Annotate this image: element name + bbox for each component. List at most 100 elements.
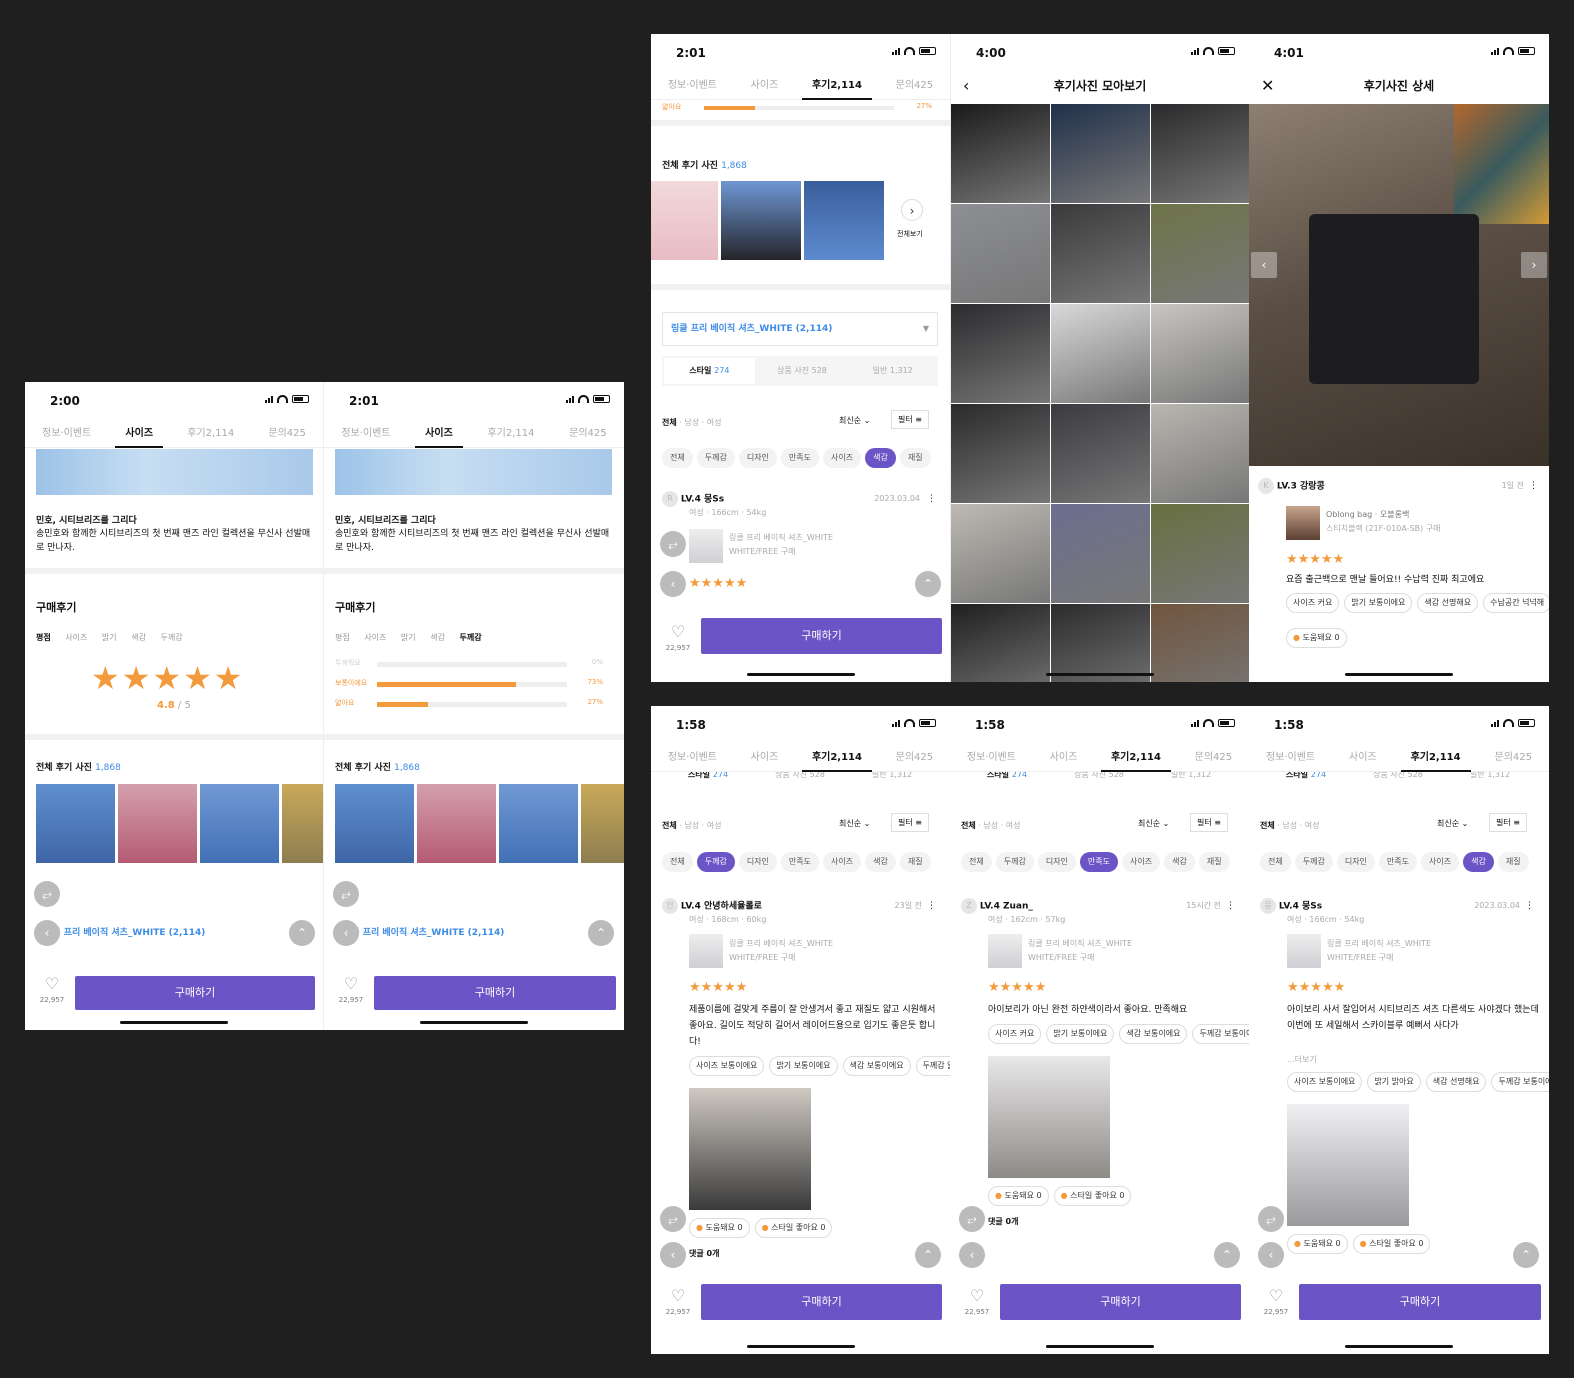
more-icon[interactable]: ⋮ bbox=[927, 491, 936, 507]
helpful-button[interactable]: ● 도움돼요 0 bbox=[1286, 628, 1352, 648]
chevron-left-icon[interactable]: ‹ bbox=[963, 72, 969, 100]
gallery-photo[interactable] bbox=[951, 304, 1050, 403]
filter-male[interactable]: 남성 bbox=[1282, 821, 1297, 830]
tab-style[interactable]: 스타일 274 bbox=[961, 772, 1053, 782]
buy-button[interactable]: 구매하기 bbox=[374, 976, 616, 1010]
chip[interactable]: 색감 bbox=[865, 852, 896, 872]
tab-qna[interactable]: 문의425 bbox=[886, 72, 944, 100]
chip[interactable]: 디자인 bbox=[1336, 852, 1375, 872]
tab-general[interactable]: 일반 1,312 bbox=[1444, 772, 1536, 782]
chip[interactable]: 사이즈 bbox=[1421, 852, 1460, 872]
share-icon[interactable]: ⥂ bbox=[660, 1206, 686, 1232]
filter-all[interactable]: 전체 bbox=[662, 821, 677, 830]
more-icon[interactable]: ⋮ bbox=[1226, 898, 1235, 914]
filter-female[interactable]: 여성 bbox=[1006, 821, 1021, 830]
tab-brightness[interactable]: 밝기 bbox=[401, 633, 416, 642]
tab-rating[interactable]: 평점 bbox=[335, 633, 350, 642]
tab-size[interactable]: 사이즈 bbox=[741, 744, 789, 772]
scroll-top-icon[interactable]: ⌃ bbox=[915, 1242, 941, 1268]
tab-product-photo[interactable]: 상품 사진 528 bbox=[1352, 772, 1444, 782]
chip[interactable]: 사이즈 bbox=[823, 852, 862, 872]
gallery-photo[interactable] bbox=[1151, 304, 1249, 403]
tab-qna[interactable]: 문의425 bbox=[559, 420, 617, 448]
chevron-left-icon[interactable]: ‹ bbox=[660, 571, 686, 597]
chip[interactable]: 만족도 bbox=[780, 852, 820, 872]
style-like-button[interactable]: ● 스타일 좋아요 0 bbox=[754, 1218, 833, 1238]
gallery-photo[interactable] bbox=[1151, 404, 1249, 503]
tab-info[interactable]: 정보·이벤트 bbox=[957, 744, 1026, 772]
chip[interactable]: 재질 bbox=[1198, 852, 1230, 872]
filter-button[interactable]: 필터 ≡ bbox=[1489, 813, 1527, 832]
scroll-top-icon[interactable]: ⌃ bbox=[289, 920, 315, 946]
product-select[interactable]: 링클 프리 베이직 셔츠_WHITE (2,114) bbox=[44, 925, 205, 938]
filter-male[interactable]: 남성 bbox=[684, 418, 699, 427]
filter-button[interactable]: 필터 ≡ bbox=[891, 813, 929, 832]
gallery-photo[interactable] bbox=[951, 404, 1050, 503]
tab-info[interactable]: 정보·이벤트 bbox=[658, 744, 727, 772]
sort-select[interactable]: 최신순 ⌄ bbox=[1138, 818, 1169, 829]
product-select[interactable]: 링클 프리 베이직 셔츠_WHITE (2,114) bbox=[343, 925, 504, 938]
heart-icon[interactable]: ♡ 22,957 bbox=[663, 1288, 693, 1320]
heart-icon[interactable]: ♡ 22,957 bbox=[962, 1288, 992, 1320]
tab-style[interactable]: 스타일 274 bbox=[664, 358, 755, 384]
tab-size[interactable]: 사이즈 bbox=[741, 72, 789, 100]
buy-button[interactable]: 구매하기 bbox=[75, 976, 315, 1010]
tab-color[interactable]: 색감 bbox=[131, 633, 146, 642]
tab-product-photo[interactable]: 상품 사진 528 bbox=[1053, 772, 1145, 782]
chip[interactable]: 디자인 bbox=[1037, 852, 1076, 872]
review-photo[interactable] bbox=[689, 1088, 811, 1210]
tab-size[interactable]: 사이즈 bbox=[415, 420, 463, 448]
tab-product-photo[interactable]: 상품 사진 528 bbox=[754, 772, 846, 782]
chevron-right-icon[interactable]: › bbox=[1521, 252, 1547, 278]
style-like-button[interactable]: ● 스타일 좋아요 0 bbox=[1352, 1234, 1431, 1254]
more-icon[interactable]: ⋮ bbox=[927, 898, 936, 914]
chip[interactable]: 전체 bbox=[1260, 852, 1291, 872]
tab-info[interactable]: 정보·이벤트 bbox=[1256, 744, 1325, 772]
tab-review[interactable]: 후기2,114 bbox=[801, 744, 872, 772]
chevron-right-icon[interactable]: › bbox=[901, 199, 923, 221]
heart-icon[interactable]: ♡ 22,957 bbox=[336, 976, 366, 1008]
helpful-button[interactable]: ● 도움돼요 0 bbox=[1287, 1234, 1348, 1254]
review-photo[interactable] bbox=[335, 784, 414, 863]
review-photo[interactable] bbox=[200, 784, 279, 863]
buy-button[interactable]: 구매하기 bbox=[701, 1284, 942, 1320]
review-photo[interactable] bbox=[804, 181, 884, 260]
chevron-left-icon[interactable]: ‹ bbox=[660, 1242, 686, 1268]
tab-color[interactable]: 색감 bbox=[430, 633, 445, 642]
gallery-photo[interactable] bbox=[951, 604, 1050, 682]
share-icon[interactable]: ⥂ bbox=[660, 531, 686, 557]
helpful-button[interactable]: ● 도움돼요 0 bbox=[988, 1186, 1049, 1206]
tab-general[interactable]: 일반 1,312 bbox=[847, 356, 938, 386]
tab-qna[interactable]: 문의425 bbox=[1185, 744, 1243, 772]
filter-male[interactable]: 남성 bbox=[684, 821, 699, 830]
more-icon[interactable]: ⋮ bbox=[1529, 478, 1538, 494]
tab-size[interactable]: 사이즈 bbox=[1040, 744, 1088, 772]
gallery-photo[interactable] bbox=[1051, 504, 1150, 603]
sort-select[interactable]: 최신순 ⌄ bbox=[839, 818, 870, 829]
gallery-photo[interactable] bbox=[951, 204, 1050, 303]
filter-all[interactable]: 전체 bbox=[662, 418, 677, 427]
buy-button[interactable]: 구매하기 bbox=[1000, 1284, 1241, 1320]
tab-general[interactable]: 일반 1,312 bbox=[1145, 772, 1237, 782]
chip[interactable]: 만족도 bbox=[1378, 852, 1418, 872]
filter-female[interactable]: 여성 bbox=[707, 418, 722, 427]
tab-review[interactable]: 후기2,114 bbox=[1100, 744, 1171, 772]
tab-info[interactable]: 정보·이벤트 bbox=[32, 420, 101, 448]
tab-product-photo[interactable]: 상품 사진 528 bbox=[757, 356, 848, 386]
chevron-left-icon[interactable]: ‹ bbox=[1251, 252, 1277, 278]
chip[interactable]: 전체 bbox=[961, 852, 992, 872]
filter-all[interactable]: 전체 bbox=[961, 821, 976, 830]
tab-info[interactable]: 정보·이벤트 bbox=[331, 420, 400, 448]
tab-size-filter[interactable]: 사이즈 bbox=[65, 633, 87, 642]
tab-review[interactable]: 후기2,114 bbox=[801, 72, 872, 100]
review-photo[interactable] bbox=[499, 784, 578, 863]
tab-review[interactable]: 후기2,114 bbox=[477, 420, 544, 448]
gallery-photo[interactable] bbox=[951, 104, 1050, 203]
chevron-left-icon[interactable]: ‹ bbox=[333, 920, 359, 946]
filter-button[interactable]: 필터 ≡ bbox=[891, 410, 929, 429]
heart-icon[interactable]: ♡ 22,957 bbox=[37, 976, 67, 1008]
review-photo[interactable] bbox=[118, 784, 197, 863]
close-icon[interactable]: ✕ bbox=[1261, 72, 1274, 100]
chip[interactable]: 재질 bbox=[1497, 852, 1529, 872]
chip[interactable]: 사이즈 bbox=[1122, 852, 1161, 872]
